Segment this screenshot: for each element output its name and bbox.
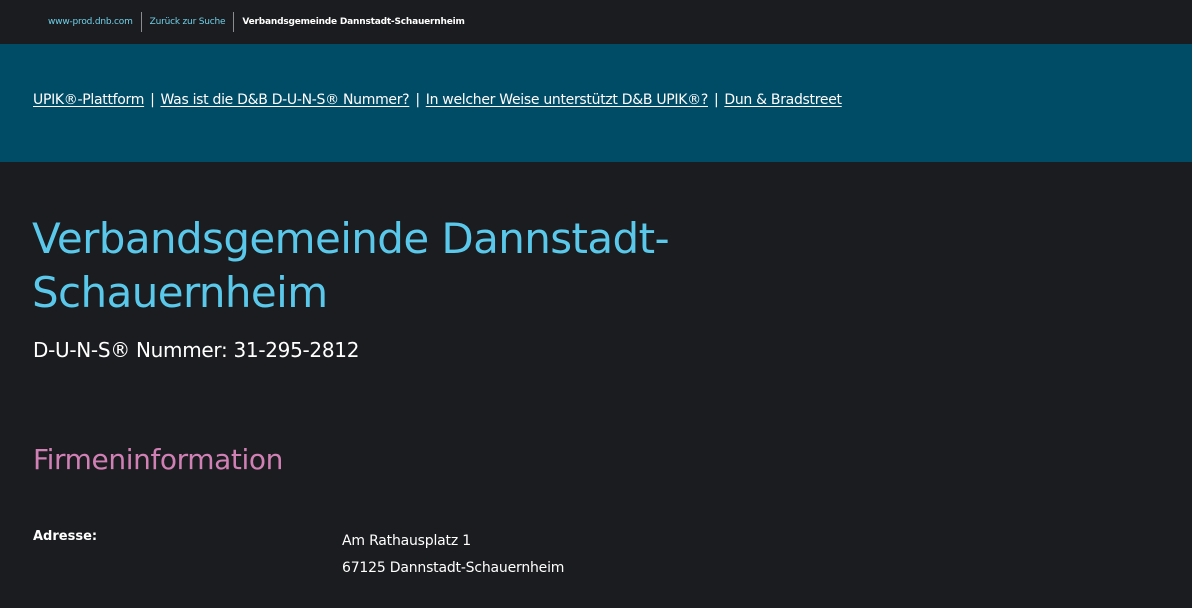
address-value: Am Rathausplatz 1 67125 Dannstadt-Schaue… bbox=[342, 528, 564, 582]
address-city: 67125 Dannstadt-Schauernheim bbox=[342, 560, 565, 576]
breadcrumb-current: Verbandsgemeinde Dannstadt-Schauernheim bbox=[242, 17, 465, 27]
nav-link-what-is-duns[interactable]: Was ist die D&B D-U-N-S® Nummer? bbox=[161, 92, 410, 108]
breadcrumb: www-prod.dnb.com Zurück zur Suche Verban… bbox=[48, 0, 465, 44]
nav-separator: | bbox=[415, 92, 420, 108]
breadcrumb-divider bbox=[140, 12, 142, 32]
address-label: Adresse: bbox=[33, 529, 98, 544]
page-title: Verbandsgemeinde Dannstadt-Schauernheim bbox=[32, 214, 670, 317]
duns-number: D-U-N-S® Nummer: 31-295-2812 bbox=[33, 338, 360, 362]
nav-link-how-upik-helps[interactable]: In welcher Weise unterstützt D&B UPIK®? bbox=[426, 92, 709, 108]
breadcrumb-bar: www-prod.dnb.com Zurück zur Suche Verban… bbox=[0, 0, 1192, 44]
nav-link-upik-platform[interactable]: UPIK®-Plattform bbox=[33, 92, 144, 108]
breadcrumb-home-link[interactable]: www-prod.dnb.com bbox=[48, 17, 133, 27]
section-title-firmeninformation: Firmeninformation bbox=[33, 443, 283, 476]
nav-separator: | bbox=[150, 92, 155, 108]
address-street: Am Rathausplatz 1 bbox=[342, 533, 471, 549]
nav-separator: | bbox=[713, 92, 719, 108]
breadcrumb-divider bbox=[233, 12, 235, 32]
page: www-prod.dnb.com Zurück zur Suche Verban… bbox=[0, 0, 1192, 608]
breadcrumb-back-link[interactable]: Zurück zur Suche bbox=[150, 17, 226, 27]
main-nav: UPIK®-Plattform | Was ist die D&B D-U-N-… bbox=[33, 92, 842, 108]
nav-link-dun-bradstreet[interactable]: Dun & Bradstreet bbox=[724, 92, 842, 108]
